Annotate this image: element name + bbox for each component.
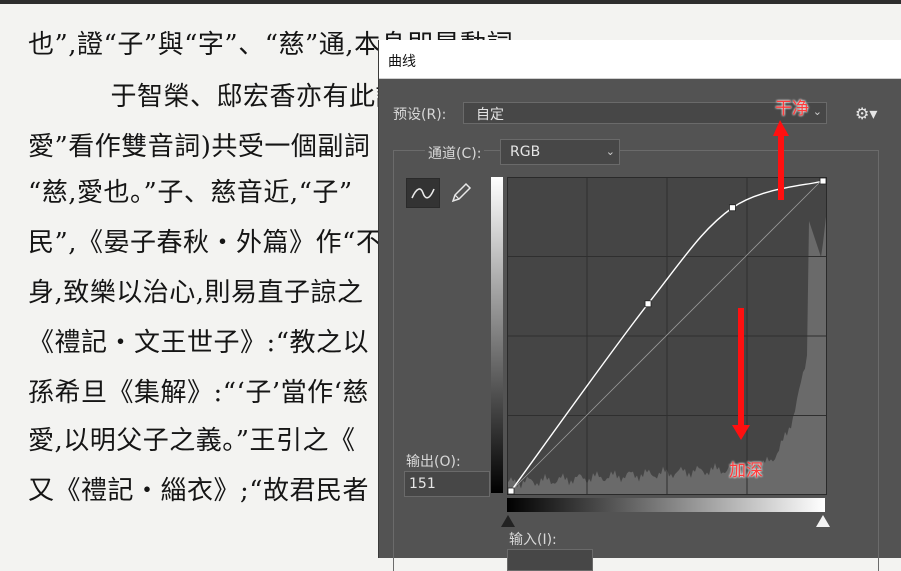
top-dark-bar bbox=[0, 0, 901, 4]
text-line-6: 身,致樂以治心,則易直子諒之 bbox=[28, 278, 364, 308]
down-arrow-annotation bbox=[732, 308, 750, 440]
text-line-3: 愛”看作雙音詞)共受一個副詞 bbox=[28, 132, 371, 162]
text-line-10: 又《禮記・緇衣》;“故君民者 bbox=[28, 476, 370, 506]
text-line-7: 《禮記・文王世子》:“教之以 bbox=[28, 328, 370, 358]
annotation-bottom-text: 加深 bbox=[729, 461, 763, 481]
text-line-2: 于智榮、邸宏香亦有此說 bbox=[84, 82, 403, 112]
curves-dialog: 曲线 预设(R): 自定 ⌄ ⚙▾ 通道(C): RGB ⌄ 输出(O): 15… bbox=[378, 40, 901, 571]
text-line-5: 民”,《晏子春秋・外篇》作“不 bbox=[28, 228, 383, 258]
annotation-layer bbox=[732, 120, 789, 440]
up-arrow-annotation bbox=[773, 120, 789, 200]
text-line-8: 孫希旦《集解》:“‘子’當作‘慈 bbox=[28, 378, 369, 408]
text-line-4: “慈,愛也。”子、慈音近,“子” bbox=[28, 178, 353, 208]
annotation-top-text: 干净 bbox=[775, 99, 809, 119]
text-line-9: 愛,以明父子之義。”王引之《 bbox=[28, 426, 356, 456]
